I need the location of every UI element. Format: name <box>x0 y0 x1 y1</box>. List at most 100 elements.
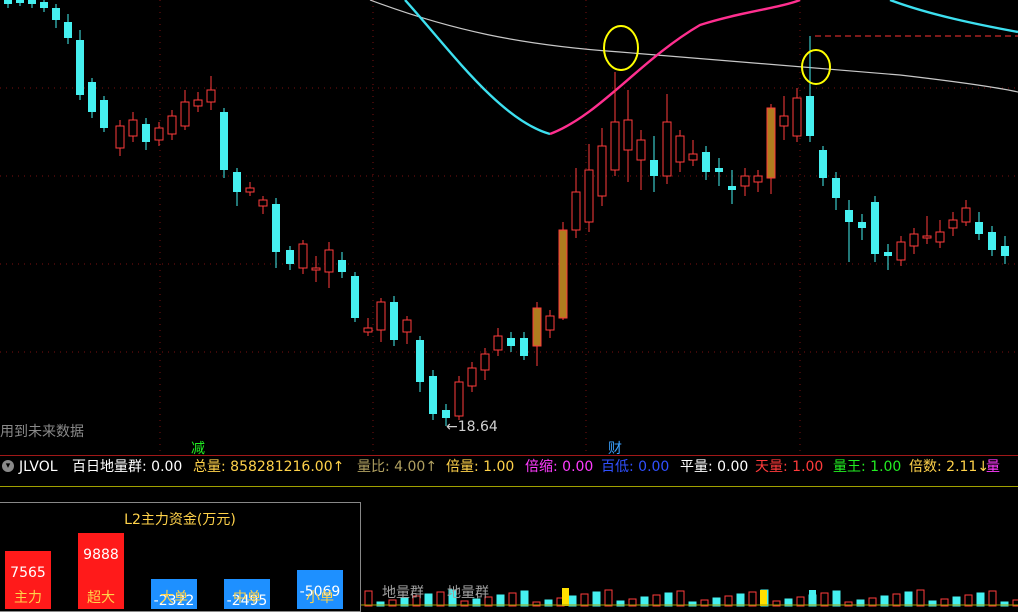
candle-body <box>324 249 334 273</box>
indicator-bar: ▾ JLVOL 百日地量群: 0.00 总量: 858281216.00↑ 量比: … <box>0 456 1018 478</box>
candle-body <box>52 8 60 20</box>
future-data-notice: 用到未来数据 <box>0 424 84 440</box>
candle-body <box>779 115 789 127</box>
candle-body <box>988 232 996 250</box>
candle-body <box>16 0 24 3</box>
candle-body <box>88 82 96 112</box>
candle-body <box>363 327 373 333</box>
fund-flow-label: 主力 <box>14 590 42 606</box>
volume-label: 地量群 <box>382 585 424 601</box>
candle-body <box>416 340 424 382</box>
candle-body <box>584 169 594 223</box>
candle-body <box>819 150 827 178</box>
candle-body <box>650 160 658 176</box>
indicator-item: 量比: 4.00↑ <box>357 459 438 475</box>
volume-bar <box>652 594 661 607</box>
ma-line-cyan <box>889 0 1018 34</box>
candle-body <box>493 335 503 351</box>
candle-body <box>467 367 477 387</box>
indicator-item: 量王: 1.00 <box>833 459 902 475</box>
candle-body <box>662 121 672 177</box>
candle-body <box>884 252 892 256</box>
volume-bar <box>748 591 757 607</box>
volume-bar <box>904 591 913 607</box>
candle-body <box>935 231 945 243</box>
candle-body <box>896 241 906 261</box>
annotation-circles <box>603 25 831 85</box>
candle-body <box>220 112 228 170</box>
volume-bar <box>436 591 445 607</box>
candle-body <box>376 301 386 331</box>
volume-bar <box>592 591 601 607</box>
collapse-icon[interactable]: ▾ <box>2 460 14 472</box>
candle-body <box>233 172 241 192</box>
candle-body <box>845 210 853 222</box>
indicator-item: 倍数: 2.11↓ <box>909 459 990 475</box>
moving-average-lines <box>369 0 1018 136</box>
candle-body <box>740 175 750 187</box>
fund-flow-title: L2主力资金(万元) <box>124 512 236 528</box>
candle-body <box>167 115 177 135</box>
volume-bar <box>520 590 529 607</box>
volume-bar <box>580 593 589 607</box>
indicator-item: 倍量: 1.00 <box>446 459 515 475</box>
candle-body <box>28 0 36 4</box>
candle-body <box>975 222 983 234</box>
candle-body <box>193 99 203 107</box>
candle-body <box>532 307 542 347</box>
candle-body <box>792 97 802 137</box>
ma-line-pink <box>549 0 801 136</box>
indicator-item: 百低: 0.00 <box>601 459 670 475</box>
candle-body <box>480 353 490 371</box>
candlesticks <box>4 0 1009 426</box>
candle-body <box>909 233 919 247</box>
fund-flow-label: 小单 <box>306 590 334 606</box>
indicator-name[interactable]: JLVOL <box>19 456 58 478</box>
candle-body <box>100 100 108 128</box>
candle-body <box>675 135 685 163</box>
volume-bar <box>916 589 925 607</box>
candle-body <box>390 302 398 340</box>
candle-body <box>948 219 958 229</box>
candle-body <box>507 338 515 346</box>
volume-bar <box>892 593 901 607</box>
candle-body <box>520 338 528 356</box>
candle-body <box>766 107 776 179</box>
candle-body <box>832 178 840 198</box>
candle-body <box>272 204 280 252</box>
candle-body <box>442 410 450 418</box>
candle-body <box>1001 246 1009 256</box>
candle-body <box>715 168 723 172</box>
candle-body <box>610 121 620 171</box>
indicator-item: 天量: 1.00 <box>755 459 824 475</box>
candle-body <box>40 2 48 8</box>
candle-body <box>806 96 814 136</box>
candle-body <box>753 175 763 183</box>
candle-body <box>571 191 581 231</box>
candle-body <box>922 235 932 239</box>
candle-body <box>298 243 308 269</box>
volume-label: 地量群 <box>447 585 489 601</box>
indicator-item: 百日地量群: 0.00 <box>72 459 183 475</box>
fund-flow-panel: L2主力资金(万元) 7565 主力 9888 超大 -2322 大单 -2495 中单 -50… <box>0 502 361 612</box>
fund-flow-value: 7565 <box>10 564 46 581</box>
candle-body <box>245 187 255 193</box>
candle-body <box>115 125 125 149</box>
volume-bar <box>760 590 767 606</box>
volume-bar <box>676 590 685 607</box>
volume-bar <box>809 590 816 606</box>
volume-bar <box>832 590 841 607</box>
candle-body <box>76 40 84 95</box>
candle-body <box>558 229 568 319</box>
candle-body <box>311 267 321 271</box>
candle-body <box>154 127 164 141</box>
candle-body <box>858 222 866 228</box>
fund-flow-label: 大单 <box>160 590 188 606</box>
indicator-item: 平量: 0.00 <box>680 459 749 475</box>
candle-body <box>258 199 268 207</box>
volume-bar <box>820 592 829 607</box>
candle-body <box>454 381 464 417</box>
candle-body <box>402 319 412 333</box>
candle-body <box>702 152 710 172</box>
candle-body <box>206 89 216 103</box>
